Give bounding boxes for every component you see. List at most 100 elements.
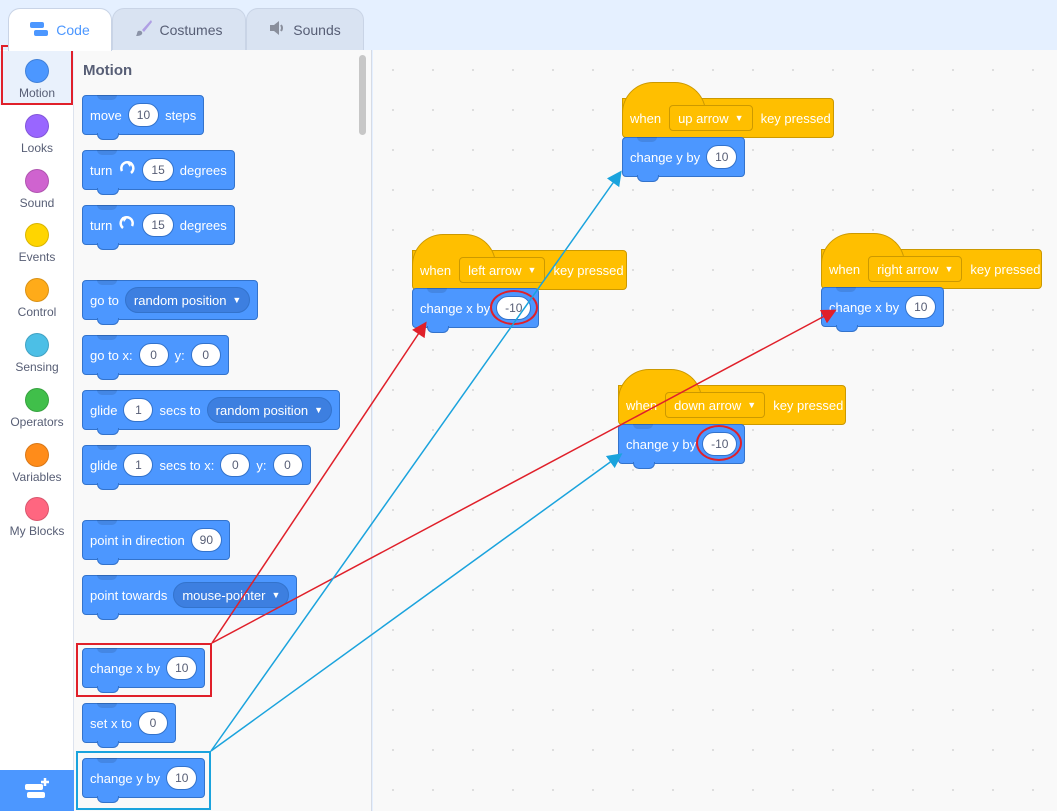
- degrees-input[interactable]: 15: [142, 213, 174, 237]
- category-label: Events: [18, 250, 56, 264]
- direction-input[interactable]: 90: [190, 528, 223, 552]
- go-to-target-dropdown[interactable]: random position ▼: [124, 287, 251, 313]
- block-text: key pressed: [760, 110, 831, 126]
- key-dropdown[interactable]: left arrow ▼: [459, 257, 546, 283]
- when-key-pressed-hat-right[interactable]: when right arrow ▼ key pressed: [821, 233, 1042, 289]
- block-text: key pressed: [970, 261, 1041, 277]
- point-towards-block[interactable]: point towards mouse-pointer ▼: [82, 575, 298, 620]
- change-y-input[interactable]: 10: [166, 766, 198, 790]
- key-dropdown[interactable]: down arrow ▼: [665, 392, 766, 418]
- degrees-input[interactable]: 15: [142, 158, 174, 182]
- dropdown-value: random position: [133, 292, 227, 308]
- change-x-by-block[interactable]: change x by -10: [412, 288, 540, 333]
- change-y-by-block[interactable]: change y by 10: [622, 137, 746, 182]
- chevron-down-icon: ▼: [527, 265, 537, 275]
- category-label: Control: [17, 305, 57, 319]
- dropdown-value: up arrow: [678, 110, 729, 126]
- move-steps-block[interactable]: move 10 steps: [82, 95, 205, 140]
- steps-input[interactable]: 10: [127, 103, 160, 127]
- category-label: My Blocks: [9, 524, 65, 538]
- when-key-pressed-hat-left[interactable]: when left arrow ▼ key pressed: [412, 234, 627, 290]
- y-input[interactable]: 0: [272, 453, 303, 477]
- set-x-block[interactable]: set x to 0: [82, 703, 176, 748]
- chevron-down-icon: ▼: [232, 295, 242, 305]
- change-x-block[interactable]: change x by 10: [82, 648, 206, 693]
- key-dropdown[interactable]: right arrow ▼: [868, 256, 963, 282]
- block-text: when: [420, 262, 452, 278]
- block-text: when: [630, 110, 662, 126]
- block-text: go to x:: [90, 347, 133, 363]
- key-dropdown[interactable]: up arrow ▼: [669, 105, 753, 131]
- change-y-block[interactable]: change y by 10: [82, 758, 206, 803]
- tab-costumes-label: Costumes: [159, 21, 223, 38]
- palette-scrollbar[interactable]: [359, 55, 366, 135]
- go-to-xy-block[interactable]: go to x: 0 y: 0: [82, 335, 229, 380]
- turn-right-block[interactable]: turn 15 degrees: [82, 150, 235, 195]
- category-label: Operators: [10, 415, 64, 429]
- block-text: degrees: [179, 217, 227, 233]
- category-looks[interactable]: Looks: [0, 106, 74, 160]
- category-sound[interactable]: Sound: [0, 161, 74, 215]
- change-y-input[interactable]: 10: [706, 145, 738, 169]
- dropdown-value: left arrow: [468, 262, 522, 278]
- when-key-pressed-hat-down[interactable]: when down arrow ▼ key pressed: [618, 369, 846, 425]
- glide-to-block[interactable]: glide 1 secs to random position ▼: [82, 390, 341, 435]
- turn-left-block[interactable]: turn 15 degrees: [82, 205, 235, 250]
- category-sensing[interactable]: Sensing: [0, 325, 74, 379]
- secs-input[interactable]: 1: [123, 453, 154, 477]
- block-text: key pressed: [553, 262, 624, 278]
- category-events[interactable]: Events: [0, 215, 74, 269]
- set-x-input[interactable]: 0: [137, 711, 168, 735]
- block-text: change y by: [630, 149, 701, 165]
- tab-costumes[interactable]: Costumes: [112, 8, 246, 50]
- chevron-down-icon: ▼: [314, 405, 324, 415]
- category-label: Sensing: [15, 360, 59, 374]
- block-text: steps: [165, 107, 197, 123]
- add-extension-button[interactable]: [0, 770, 74, 811]
- add-extension-icon: [23, 776, 51, 805]
- dropdown-value: right arrow: [877, 261, 939, 277]
- block-text: y:: [256, 457, 267, 473]
- change-x-input[interactable]: -10: [496, 296, 532, 320]
- change-x-input[interactable]: 10: [905, 295, 937, 319]
- category-my-blocks[interactable]: My Blocks: [0, 489, 74, 543]
- speaker-icon: [269, 20, 287, 39]
- block-text: set x to: [90, 715, 132, 731]
- block-text: glide: [90, 457, 118, 473]
- dropdown-value: random position: [215, 402, 309, 418]
- code-icon: [30, 21, 50, 39]
- change-y-input[interactable]: -10: [702, 432, 738, 456]
- glide-to-xy-block[interactable]: glide 1 secs to x: 0 y: 0: [82, 445, 311, 490]
- point-towards-dropdown[interactable]: mouse-pointer ▼: [173, 582, 290, 608]
- x-input[interactable]: 0: [138, 343, 169, 367]
- block-text: move: [90, 107, 122, 123]
- glide-target-dropdown[interactable]: random position ▼: [206, 397, 333, 423]
- category-variables[interactable]: Variables: [0, 435, 74, 489]
- go-to-block[interactable]: go to random position ▼: [82, 280, 259, 325]
- y-input[interactable]: 0: [190, 343, 221, 367]
- tab-code-label: Code: [56, 22, 90, 38]
- block-text: point towards: [90, 587, 168, 603]
- change-x-by-block[interactable]: change x by 10: [821, 287, 945, 332]
- category-label: Looks: [20, 141, 54, 155]
- category-motion[interactable]: Motion: [0, 51, 74, 105]
- block-text: turn: [90, 217, 113, 233]
- point-in-direction-block[interactable]: point in direction 90: [82, 520, 231, 565]
- secs-input[interactable]: 1: [123, 398, 154, 422]
- brush-icon: [135, 19, 153, 40]
- sensing-category-icon: [25, 333, 49, 357]
- category-operators[interactable]: Operators: [0, 380, 74, 434]
- category-label: Variables: [12, 470, 62, 484]
- change-x-input[interactable]: 10: [166, 656, 198, 680]
- variables-category-icon: [25, 443, 49, 467]
- chevron-down-icon: ▼: [734, 113, 744, 123]
- category-label: Sound: [19, 196, 55, 210]
- palette-title: Motion: [83, 62, 133, 79]
- change-y-by-block[interactable]: change y by -10: [618, 424, 746, 469]
- when-key-pressed-hat-up[interactable]: when up arrow ▼ key pressed: [622, 82, 834, 138]
- category-control[interactable]: Control: [0, 270, 74, 324]
- tab-sounds[interactable]: Sounds: [246, 8, 364, 50]
- tab-code[interactable]: Code: [8, 8, 112, 51]
- x-input[interactable]: 0: [220, 453, 251, 477]
- events-category-icon: [25, 223, 49, 247]
